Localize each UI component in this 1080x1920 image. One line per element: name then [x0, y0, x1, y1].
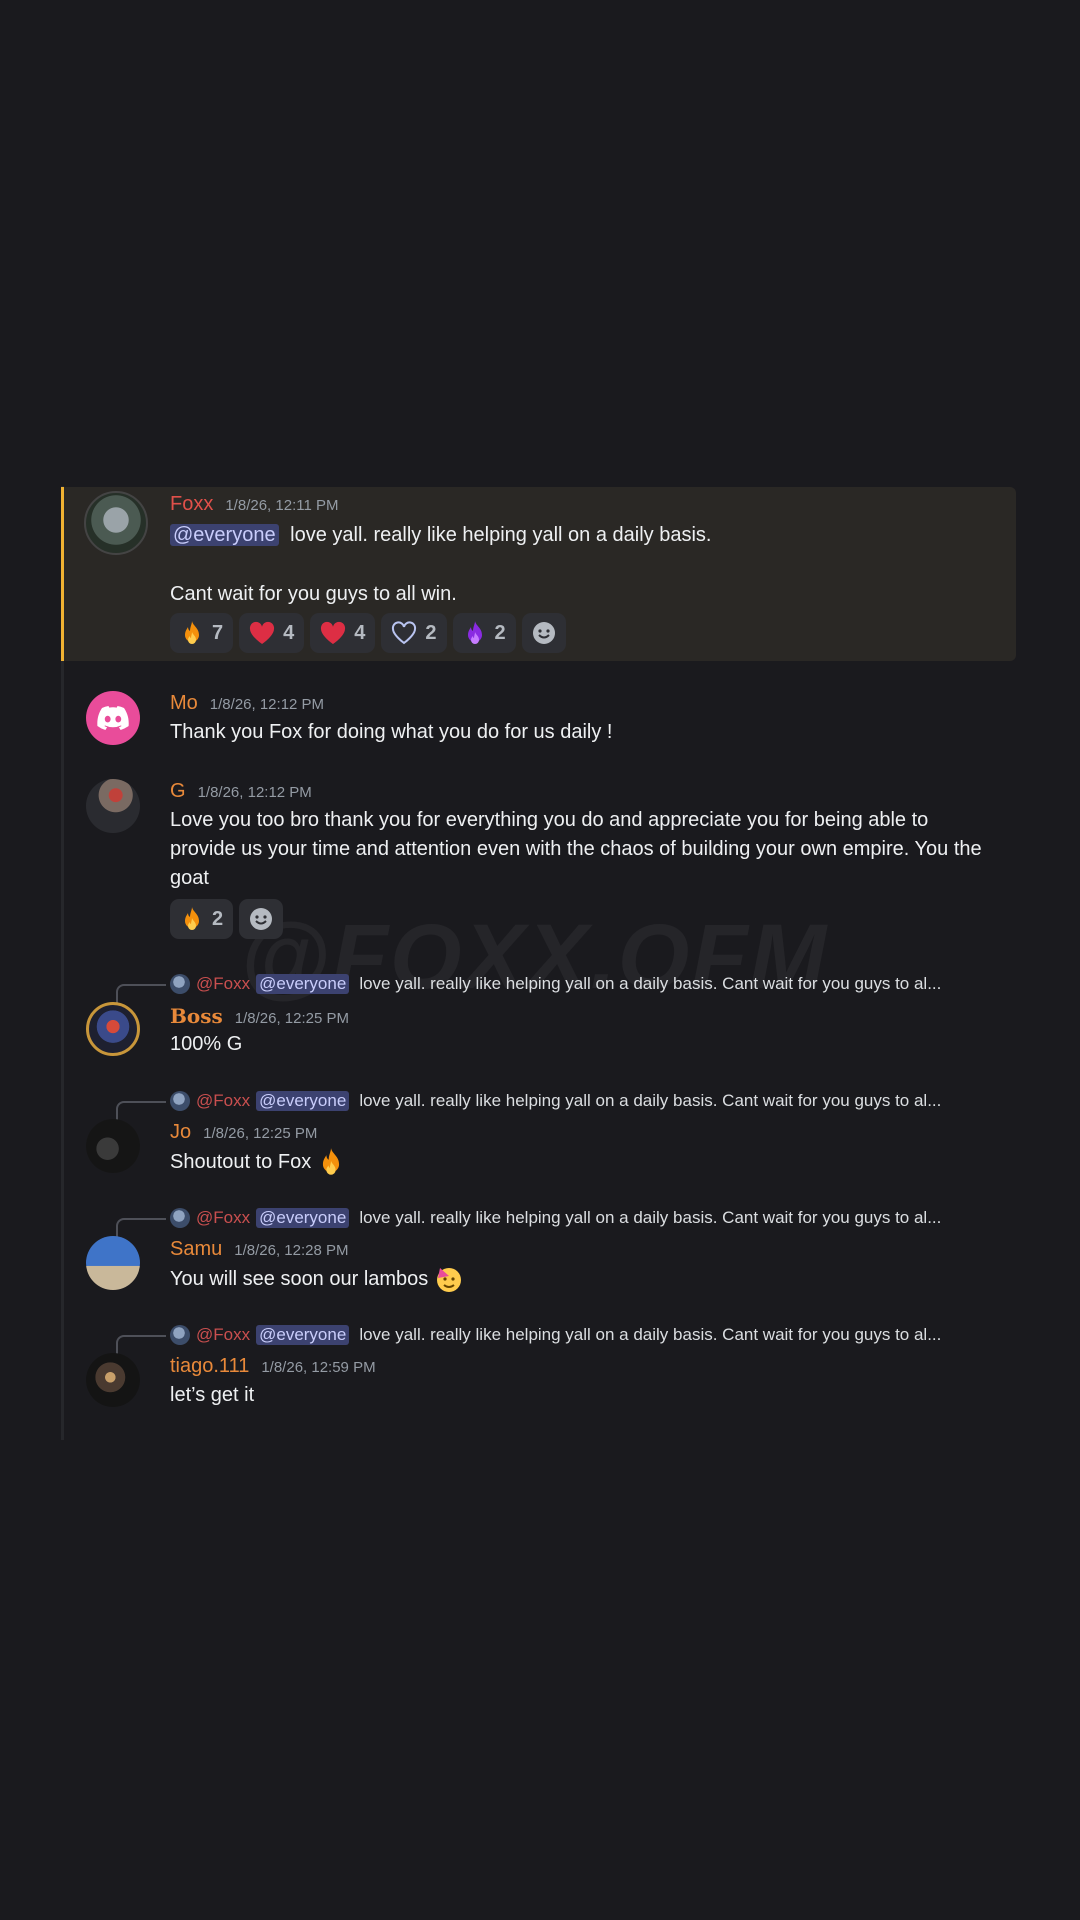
reaction-purple-fire[interactable]: 2: [452, 613, 516, 653]
author-name[interactable]: Boss: [170, 1004, 223, 1028]
avatar-jo[interactable]: [86, 1119, 140, 1173]
reply-connector: [116, 1218, 166, 1238]
message-foxx[interactable]: Foxx 1/8/26, 12:11 PM @everyone love yal…: [61, 487, 1016, 661]
reply-text: love yall. really like helping yall on a…: [359, 1325, 942, 1344]
message-body: @everyone love yall. really like helping…: [170, 521, 992, 550]
author-name[interactable]: Foxx: [170, 493, 213, 516]
fire-icon: [323, 1148, 340, 1175]
message-mo[interactable]: Mo 1/8/26, 12:12 PM Thank you Fox for do…: [64, 686, 1016, 746]
avatar-g[interactable]: [86, 779, 140, 833]
message-header: Jo 1/8/26, 12:25 PM: [170, 1121, 317, 1144]
reply-mention: @everyone: [256, 1208, 350, 1228]
message-body: Love you too bro thank you for everythin…: [170, 809, 982, 889]
message-header: Samu 1/8/26, 12:28 PM: [170, 1238, 349, 1261]
timestamp: 1/8/26, 12:12 PM: [209, 696, 325, 713]
fire-icon: [185, 907, 199, 930]
timestamp: 1/8/26, 12:28 PM: [234, 1242, 349, 1259]
timestamp: 1/8/26, 12:59 PM: [261, 1359, 376, 1376]
reply-text: love yall. really like helping yall on a…: [359, 974, 942, 993]
reply-preview[interactable]: @Foxx @everyone love yall. really like h…: [170, 972, 941, 996]
heart-icon: [321, 621, 346, 644]
timestamp: 1/8/26, 12:12 PM: [197, 784, 312, 801]
reply-author[interactable]: @Foxx: [196, 1091, 250, 1111]
reaction-count: 4: [283, 621, 295, 644]
timestamp: 1/8/26, 12:25 PM: [203, 1125, 318, 1142]
message-header: Foxx 1/8/26, 12:11 PM: [170, 493, 338, 516]
message-header: G 1/8/26, 12:12 PM: [170, 780, 312, 803]
message-samu[interactable]: @Foxx @everyone love yall. really like h…: [64, 1206, 1016, 1298]
timestamp: 1/8/26, 12:25 PM: [234, 1010, 350, 1027]
author-name[interactable]: Mo: [170, 692, 198, 715]
message-header: tiago.111 1/8/26, 12:59 PM: [170, 1355, 376, 1378]
reaction-count: 2: [425, 621, 437, 644]
message-body: 100% G: [170, 1033, 243, 1055]
message-line-1: love yall. really like helping yall on a…: [290, 524, 712, 546]
reaction-count: 2: [494, 621, 506, 644]
avatar-mo[interactable]: [86, 691, 140, 745]
avatar-boss[interactable]: [86, 1002, 140, 1056]
reply-connector: [116, 1335, 166, 1355]
avatar-foxx[interactable]: [84, 491, 148, 555]
reply-text: love yall. really like helping yall on a…: [359, 1208, 942, 1227]
discord-logo-icon: [97, 706, 129, 730]
add-reaction-button[interactable]: [521, 613, 566, 653]
smiley-icon: [250, 908, 273, 930]
author-name[interactable]: Jo: [170, 1121, 191, 1144]
reaction-fire[interactable]: 2: [170, 899, 234, 939]
message-body: let’s get it: [170, 1384, 255, 1406]
message-jo[interactable]: @Foxx @everyone love yall. really like h…: [64, 1089, 1016, 1181]
avatar-tiago[interactable]: [86, 1353, 140, 1407]
message-g[interactable]: G 1/8/26, 12:12 PM Love you too bro than…: [64, 774, 1016, 939]
reaction-fire[interactable]: 7: [170, 613, 234, 653]
reaction-count: 7: [212, 621, 224, 644]
timestamp: 1/8/26, 12:11 PM: [225, 497, 339, 514]
reply-text: love yall. really like helping yall on a…: [359, 1091, 942, 1110]
message-tiago[interactable]: @Foxx @everyone love yall. really like h…: [64, 1323, 1016, 1415]
avatar-samu[interactable]: [86, 1236, 140, 1290]
reply-avatar: [170, 1325, 190, 1345]
reply-connector: [116, 1101, 166, 1121]
message-body: You will see soon our lambos: [170, 1264, 992, 1294]
message-line-2: Cant wait for you guys to all win.: [170, 583, 457, 605]
reply-mention: @everyone: [256, 1325, 350, 1345]
reactions-bar: 2: [170, 899, 284, 939]
message-header: Boss 1/8/26, 12:25 PM: [170, 1004, 349, 1028]
message-boss[interactable]: @Foxx @everyone love yall. really like h…: [64, 972, 1016, 1064]
author-name[interactable]: G: [170, 780, 186, 803]
reaction-count: 2: [212, 907, 224, 930]
reply-mention: @everyone: [256, 974, 350, 994]
add-reaction-button[interactable]: [239, 899, 284, 939]
heart-icon: [250, 621, 275, 644]
reaction-heart-2[interactable]: 4: [310, 613, 376, 653]
reply-preview[interactable]: @Foxx @everyone love yall. really like h…: [170, 1206, 941, 1230]
reply-author[interactable]: @Foxx: [196, 1325, 250, 1345]
reply-avatar: [170, 1091, 190, 1111]
reply-author[interactable]: @Foxx: [196, 974, 250, 994]
fire-icon: [185, 621, 199, 644]
purple-fire-icon: [467, 621, 482, 644]
message-body: Thank you Fox for doing what you do for …: [170, 721, 613, 743]
message-text: Shoutout to Fox: [170, 1150, 312, 1173]
reply-avatar: [170, 1208, 190, 1228]
heart-outline-icon: [392, 621, 417, 645]
reply-preview[interactable]: @Foxx @everyone love yall. really like h…: [170, 1323, 941, 1347]
everyone-mention[interactable]: @everyone: [170, 524, 279, 546]
partying-face-icon: [437, 1268, 462, 1292]
message-body: Shoutout to Fox: [170, 1147, 992, 1177]
reaction-heart[interactable]: 4: [239, 613, 305, 653]
reply-connector: [116, 984, 166, 1004]
author-name[interactable]: tiago.111: [170, 1355, 249, 1378]
reply-author[interactable]: @Foxx: [196, 1208, 250, 1228]
reply-preview[interactable]: @Foxx @everyone love yall. really like h…: [170, 1089, 941, 1113]
author-name[interactable]: Samu: [170, 1238, 222, 1261]
smiley-icon: [532, 622, 555, 644]
reply-avatar: [170, 974, 190, 994]
message-header: Mo 1/8/26, 12:12 PM: [170, 692, 324, 715]
reply-mention: @everyone: [256, 1091, 350, 1111]
chat-view: @FOXX.OFM Foxx 1/8/26, 12:11 PM @everyon…: [0, 0, 1080, 1920]
reaction-heart-outline[interactable]: 2: [381, 613, 447, 653]
reactions-bar: 7 4 4 2 2: [170, 613, 566, 653]
reaction-count: 4: [354, 621, 366, 644]
message-text: You will see soon our lambos: [170, 1267, 429, 1290]
